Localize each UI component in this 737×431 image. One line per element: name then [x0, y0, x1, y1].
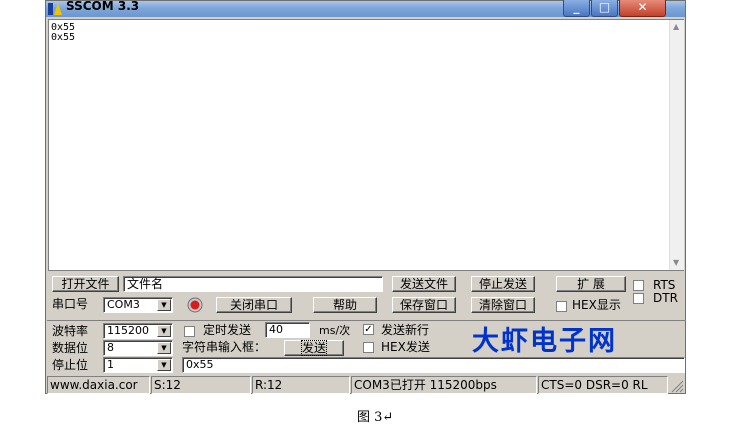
help-button[interactable]: 帮助: [313, 297, 377, 313]
hex-display-label: HEX显示: [572, 298, 621, 312]
baud-select[interactable]: 115200 ▼: [103, 323, 173, 339]
vertical-scrollbar[interactable]: ▲ ▼: [669, 20, 684, 270]
receive-line: 0x55: [51, 32, 76, 43]
port-value: COM3: [107, 298, 140, 311]
status-bar: www.daxia.cor S:12 R:12 COM3已打开 115200bp…: [46, 376, 685, 394]
send-button-label: 发送: [300, 340, 328, 356]
hex-send-label: HEX发送: [381, 340, 430, 354]
minimize-button[interactable]: _: [563, 0, 590, 17]
timed-send-checkbox[interactable]: [184, 326, 195, 337]
interval-unit: ms/次: [319, 324, 351, 337]
status-port-state: COM3已打开 115200bps: [351, 376, 537, 394]
newline-checkbox[interactable]: ✓: [363, 324, 374, 335]
scroll-up-icon[interactable]: ▲: [673, 22, 679, 31]
sscom-window: SSCOM 3.3 _ □ ✕ 0x55 0x55 ▲ ▼ 打开文件 文件名 发…: [45, 0, 686, 394]
port-status-indicator-icon: [187, 297, 203, 313]
port-select[interactable]: COM3 ▼: [103, 297, 173, 313]
stopbits-select[interactable]: 1 ▼: [103, 357, 173, 373]
chevron-down-icon[interactable]: ▼: [157, 325, 171, 337]
dtr-label: DTR: [653, 291, 678, 305]
send-file-button[interactable]: 发送文件: [392, 276, 456, 292]
baud-label: 波特率: [52, 324, 89, 338]
close-port-button[interactable]: 关闭串口: [216, 297, 292, 313]
hex-send-checkbox[interactable]: [363, 342, 374, 353]
status-sent-count: S:12: [151, 376, 251, 394]
stop-send-button[interactable]: 停止发送: [471, 276, 535, 292]
chevron-down-icon[interactable]: ▼: [157, 342, 171, 354]
baud-value: 115200: [107, 324, 149, 337]
resize-grip-icon[interactable]: [670, 379, 684, 393]
app-icon: [48, 3, 62, 15]
filename-field[interactable]: 文件名: [123, 276, 383, 292]
databits-label: 数据位: [52, 341, 89, 355]
chevron-down-icon[interactable]: ▼: [157, 299, 171, 311]
timed-send-label: 定时发送: [203, 323, 252, 337]
status-received-count: R:12: [252, 376, 350, 394]
databits-value: 8: [107, 341, 114, 354]
close-button[interactable]: ✕: [619, 0, 666, 17]
rts-checkbox[interactable]: [633, 280, 644, 291]
brand-logo-text: 大虾电子网: [472, 326, 617, 357]
receive-area[interactable]: 0x55 0x55 ▲ ▼: [48, 19, 684, 271]
chevron-down-icon[interactable]: ▼: [157, 359, 171, 371]
send-button[interactable]: 发送: [284, 340, 344, 356]
interval-input[interactable]: 40: [265, 322, 310, 338]
newline-label: 发送新行: [381, 323, 430, 337]
status-signals: CTS=0 DSR=0 RL: [538, 376, 668, 394]
scroll-down-icon[interactable]: ▼: [673, 258, 679, 267]
open-file-button[interactable]: 打开文件: [52, 276, 119, 292]
stopbits-label: 停止位: [52, 358, 89, 372]
port-label: 串口号: [52, 297, 89, 311]
clear-window-button[interactable]: 清除窗口: [471, 297, 535, 313]
stopbits-value: 1: [107, 358, 114, 371]
expand-button[interactable]: 扩 展: [556, 276, 626, 292]
status-website[interactable]: www.daxia.cor: [47, 376, 150, 394]
input-label: 字符串输入框：: [182, 340, 267, 354]
hex-display-checkbox[interactable]: [556, 301, 567, 312]
send-text-input[interactable]: 0x55: [182, 357, 685, 373]
save-window-button[interactable]: 保存窗口: [392, 297, 456, 313]
title-bar[interactable]: SSCOM 3.3 _ □ ✕: [46, 0, 685, 17]
window-title: SSCOM 3.3: [66, 0, 140, 13]
dtr-checkbox[interactable]: [633, 293, 644, 304]
databits-select[interactable]: 8 ▼: [103, 340, 173, 356]
figure-caption: 图 3↵: [357, 410, 394, 425]
maximize-button[interactable]: □: [591, 0, 618, 17]
